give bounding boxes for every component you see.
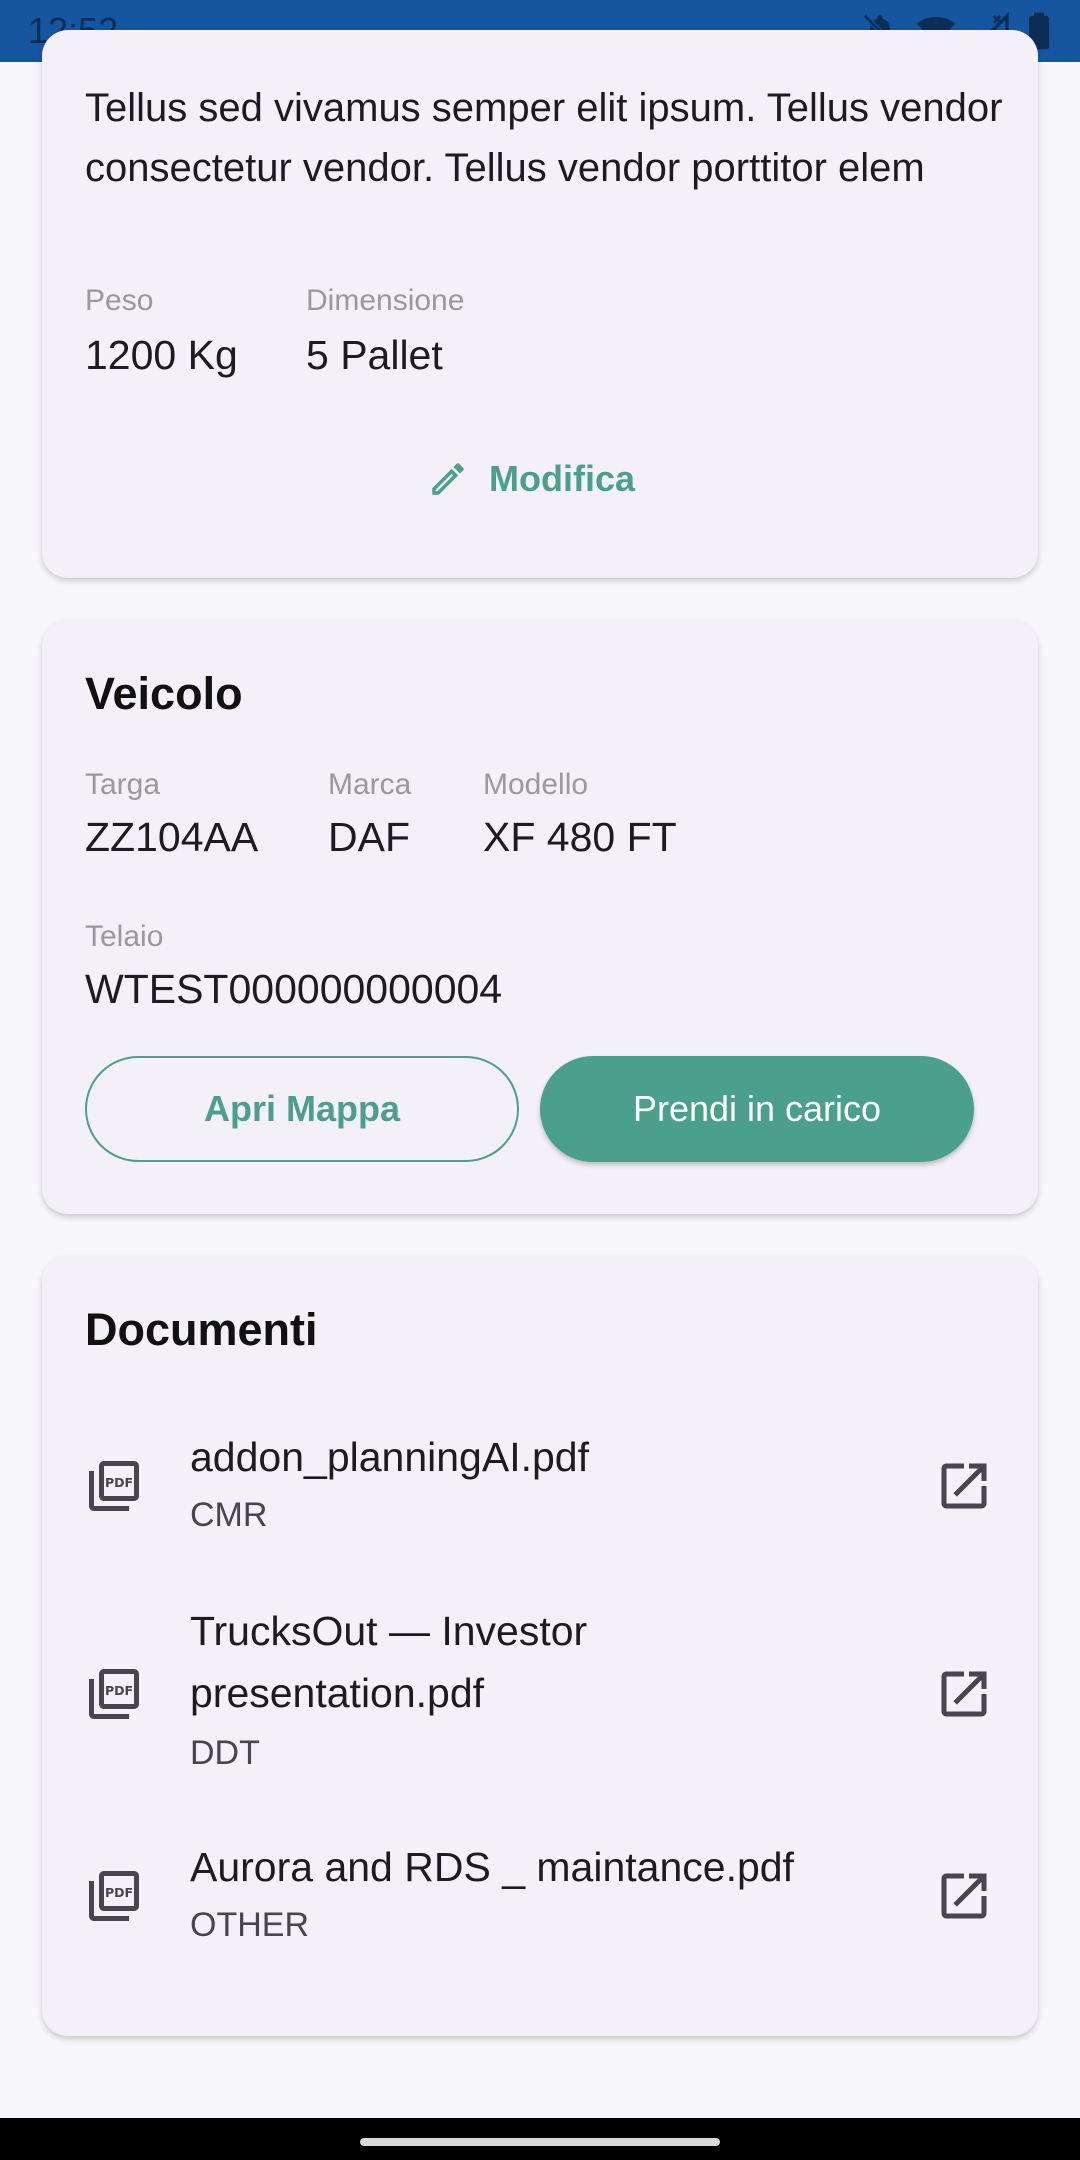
- documents-title: Documenti: [85, 1304, 318, 1355]
- model-value: XF 480 FT: [483, 814, 677, 860]
- vehicle-card: Veicolo Targa ZZ104AA Marca DAF Modello …: [42, 620, 1038, 1214]
- pdf-icon: PDF: [89, 1669, 139, 1719]
- chassis-value: WTEST000000000004: [85, 966, 503, 1012]
- vehicle-title: Veicolo: [85, 668, 243, 719]
- open-map-button[interactable]: Apri Mappa: [85, 1056, 519, 1162]
- svg-text:PDF: PDF: [105, 1683, 133, 1698]
- brand-label: Marca: [328, 768, 412, 801]
- cargo-description: Tellus sed vivamus semper elit ipsum. Te…: [85, 86, 1003, 190]
- brand-value: DAF: [328, 814, 410, 860]
- documents-card: Documenti PDF addon_planningAI.pdf CMR P…: [42, 1256, 1038, 2036]
- edit-button[interactable]: Modifica: [427, 444, 687, 514]
- open-external-icon[interactable]: [934, 1866, 994, 1926]
- svg-text:PDF: PDF: [105, 1475, 133, 1490]
- model-label: Modello: [483, 768, 589, 801]
- pdf-icon: PDF: [89, 1461, 139, 1511]
- open-external-icon[interactable]: [934, 1456, 994, 1516]
- chassis-label: Telaio: [85, 920, 164, 953]
- svg-text:PDF: PDF: [105, 1885, 133, 1900]
- document-name: addon_planningAI.pdf: [190, 1434, 589, 1480]
- document-type: DDT: [190, 1734, 260, 1772]
- weight-value: 1200 Kg: [85, 332, 238, 378]
- pencil-icon: [432, 463, 464, 495]
- edit-label: Modifica: [489, 458, 636, 499]
- document-item[interactable]: PDF Aurora and RDS _ maintance.pdf OTHER: [42, 1836, 1038, 1956]
- dimension-label: Dimensione: [306, 284, 465, 317]
- document-type: CMR: [190, 1496, 268, 1534]
- document-type: OTHER: [190, 1906, 309, 1944]
- open-external-icon[interactable]: [934, 1664, 994, 1724]
- navigation-bar: [0, 2118, 1080, 2160]
- weight-label: Peso: [85, 284, 154, 317]
- cargo-card: Tellus sed vivamus semper elit ipsum. Te…: [42, 30, 1038, 578]
- home-handle[interactable]: [360, 2138, 720, 2146]
- document-item[interactable]: PDF addon_planningAI.pdf CMR: [42, 1426, 1038, 1546]
- take-charge-button[interactable]: Prendi in carico: [540, 1056, 974, 1162]
- plate-label: Targa: [85, 768, 161, 801]
- pdf-icon: PDF: [89, 1871, 139, 1921]
- document-name: Aurora and RDS _ maintance.pdf: [190, 1844, 794, 1890]
- plate-value: ZZ104AA: [85, 814, 259, 860]
- dimension-value: 5 Pallet: [306, 332, 443, 378]
- document-item[interactable]: PDF TrucksOut — Investor presentation.pd…: [42, 1600, 1038, 1790]
- document-name: TrucksOut — Investor presentation.pdf: [190, 1608, 588, 1716]
